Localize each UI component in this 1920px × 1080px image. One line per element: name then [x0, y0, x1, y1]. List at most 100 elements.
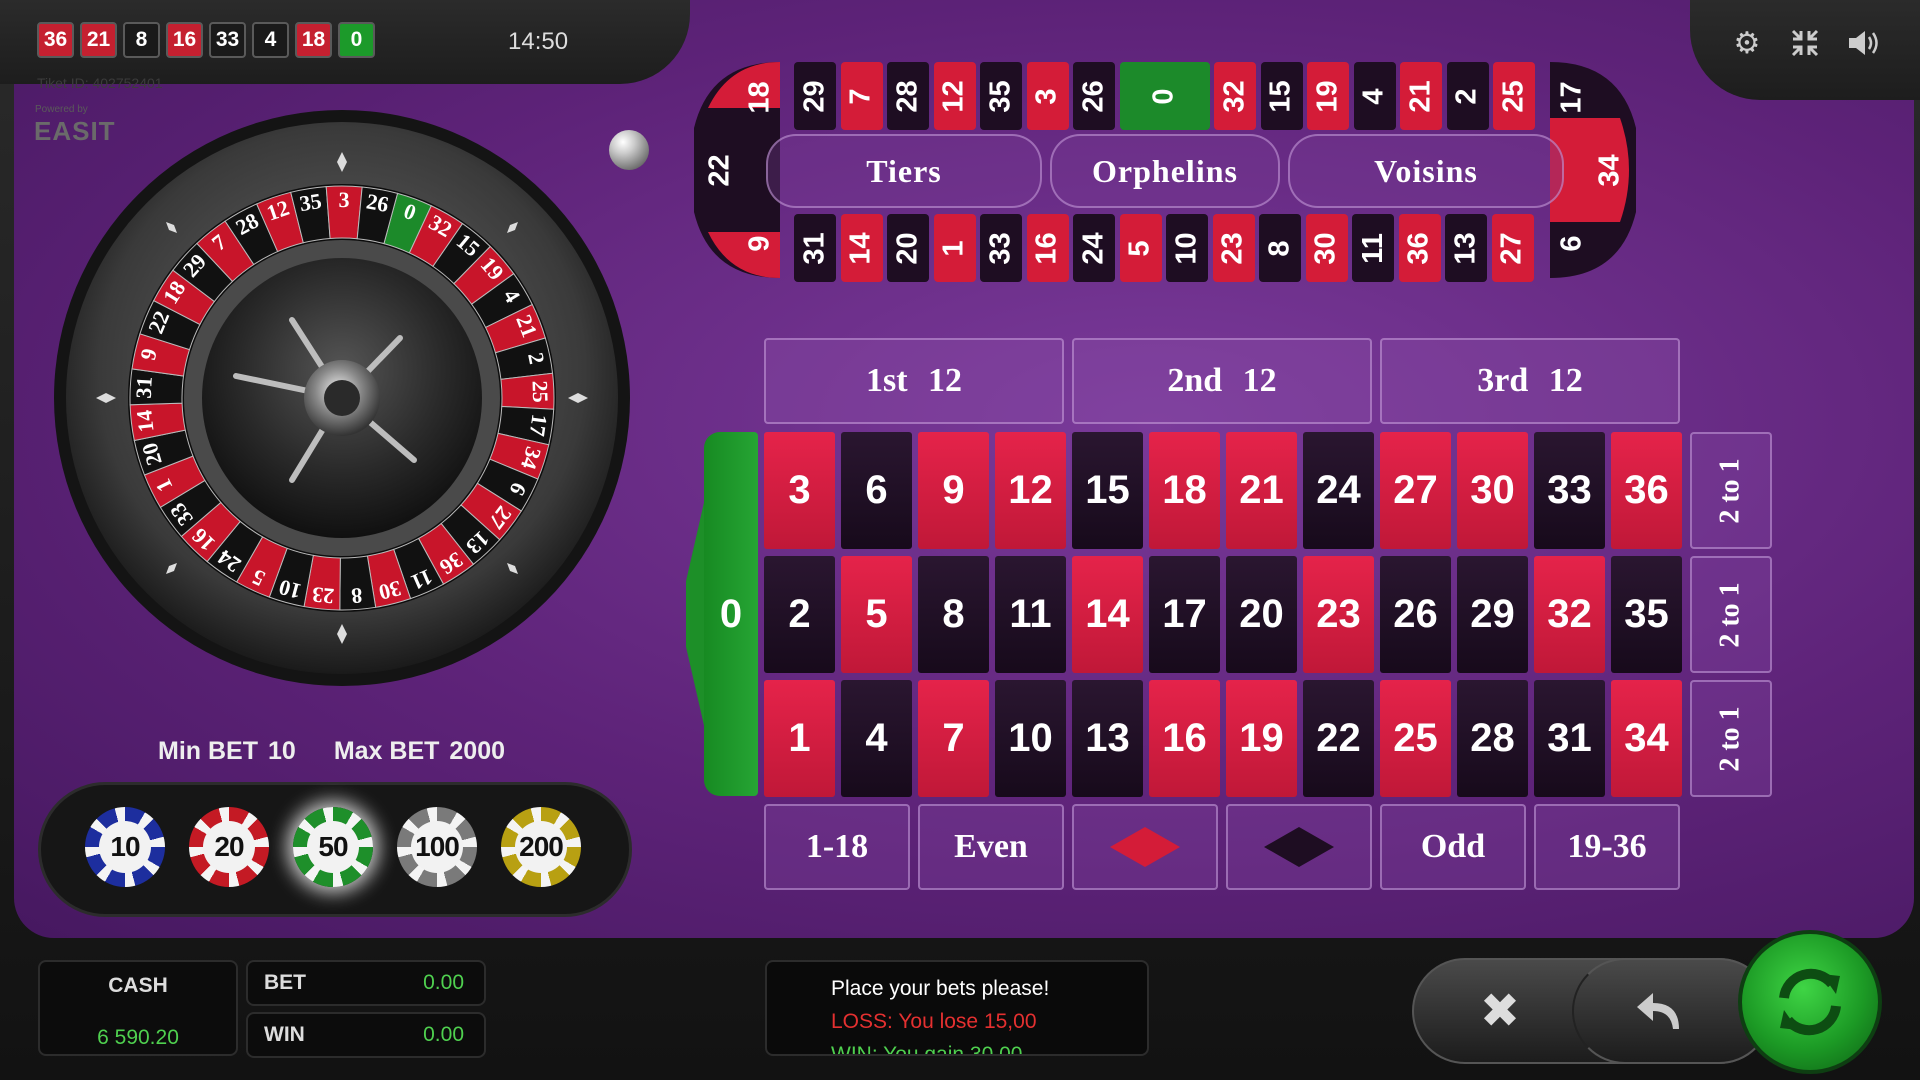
number-cell[interactable]: 10 — [995, 680, 1066, 797]
number-cell[interactable]: 15 — [1072, 432, 1143, 549]
racetrack-number[interactable]: 20 — [887, 214, 929, 282]
fullscreen-exit-icon[interactable] — [1788, 26, 1822, 60]
racetrack-number[interactable]: 2 — [1446, 62, 1489, 130]
number-cell[interactable]: 1 — [764, 680, 835, 797]
racetrack-number[interactable]: 8 — [1259, 214, 1301, 282]
number-cell[interactable]: 18 — [1149, 432, 1220, 549]
number-cell[interactable]: 28 — [1457, 680, 1528, 797]
number-cell[interactable]: 11 — [995, 556, 1066, 673]
racetrack-number[interactable]: 14 — [840, 214, 883, 282]
number-cell[interactable]: 32 — [1534, 556, 1605, 673]
number-cell[interactable]: 33 — [1534, 432, 1605, 549]
number-cell[interactable]: 8 — [918, 556, 989, 673]
gear-icon[interactable]: ⚙ — [1730, 26, 1764, 60]
racetrack-number[interactable]: 7 — [840, 62, 883, 130]
racetrack-number[interactable]: 1 — [933, 214, 976, 282]
number-cell[interactable]: 24 — [1303, 432, 1374, 549]
number-cell[interactable]: 13 — [1072, 680, 1143, 797]
racetrack-number[interactable]: 25 — [1493, 62, 1535, 130]
racetrack-number[interactable]: 23 — [1212, 214, 1255, 282]
racetrack-9[interactable]: 9 — [740, 218, 780, 268]
racetrack-number[interactable]: 12 — [933, 62, 976, 130]
undo-button[interactable] — [1580, 958, 1740, 1064]
number-cell[interactable]: 2 — [764, 556, 835, 673]
number-cell[interactable]: 16 — [1149, 680, 1220, 797]
chip-100[interactable]: 100 — [397, 807, 477, 887]
chip-20[interactable]: 20 — [189, 807, 269, 887]
racetrack-number[interactable]: 3 — [1026, 62, 1069, 130]
racetrack-number[interactable]: 10 — [1166, 214, 1208, 282]
racetrack-number[interactable]: 26 — [1073, 62, 1115, 130]
number-cell[interactable]: 21 — [1226, 432, 1297, 549]
number-cell[interactable]: 30 — [1457, 432, 1528, 549]
bet-even[interactable]: Even — [918, 804, 1064, 890]
bet-black[interactable] — [1226, 804, 1372, 890]
number-cell[interactable]: 25 — [1380, 680, 1451, 797]
racetrack-number[interactable]: 16 — [1026, 214, 1069, 282]
number-cell[interactable]: 14 — [1072, 556, 1143, 673]
bet-high[interactable]: 19-36 — [1534, 804, 1680, 890]
chip-200[interactable]: 200 — [501, 807, 581, 887]
racetrack-number[interactable]: 36 — [1398, 214, 1441, 282]
racetrack-number[interactable]: 5 — [1119, 214, 1162, 282]
number-cell[interactable]: 22 — [1303, 680, 1374, 797]
number-cell[interactable]: 23 — [1303, 556, 1374, 673]
column-bet-2[interactable]: 2 to 1 — [1690, 556, 1772, 673]
racetrack-number[interactable]: 11 — [1352, 214, 1394, 282]
number-cell[interactable]: 4 — [841, 680, 912, 797]
racetrack-number[interactable]: 28 — [887, 62, 929, 130]
column-bet-1[interactable]: 2 to 1 — [1690, 432, 1772, 549]
number-cell[interactable]: 36 — [1611, 432, 1682, 549]
racetrack-number[interactable]: 15 — [1260, 62, 1303, 130]
number-cell[interactable]: 6 — [841, 432, 912, 549]
dozen-2[interactable]: 2nd 12 — [1072, 338, 1372, 424]
number-cell[interactable]: 31 — [1534, 680, 1605, 797]
chip-10[interactable]: 10 — [85, 807, 165, 887]
racetrack-number[interactable]: 0 — [1119, 62, 1210, 130]
racetrack-number[interactable]: 13 — [1445, 214, 1487, 282]
clear-bets-button[interactable]: ✖ — [1420, 958, 1580, 1064]
number-cell[interactable]: 9 — [918, 432, 989, 549]
number-cell[interactable]: 12 — [995, 432, 1066, 549]
racetrack-18[interactable]: 18 — [740, 72, 780, 122]
racetrack-number[interactable]: 27 — [1491, 214, 1534, 282]
racetrack-number[interactable]: 33 — [980, 214, 1022, 282]
chip-50[interactable]: 50 — [293, 807, 373, 887]
sector-voisins[interactable]: Voisins — [1288, 134, 1564, 208]
racetrack-number[interactable]: 29 — [794, 62, 836, 130]
racetrack-34[interactable]: 34 — [1590, 144, 1630, 196]
racetrack-22[interactable]: 22 — [700, 144, 740, 196]
bet-red[interactable] — [1072, 804, 1218, 890]
racetrack-number[interactable]: 21 — [1400, 62, 1442, 130]
spin-button[interactable] — [1738, 930, 1882, 1074]
racetrack-number[interactable]: 19 — [1307, 62, 1349, 130]
number-cell[interactable]: 20 — [1226, 556, 1297, 673]
number-cell[interactable]: 26 — [1380, 556, 1451, 673]
table-zero[interactable]: 0 — [704, 432, 758, 796]
dozen-1[interactable]: 1st 12 — [764, 338, 1064, 424]
speaker-icon[interactable] — [1846, 26, 1880, 60]
racetrack-number[interactable]: 24 — [1073, 214, 1115, 282]
racetrack-number[interactable]: 35 — [980, 62, 1022, 130]
racetrack-17[interactable]: 17 — [1552, 72, 1592, 122]
sector-tiers[interactable]: Tiers — [766, 134, 1042, 208]
racetrack-number[interactable]: 32 — [1214, 62, 1256, 130]
sector-orphelins[interactable]: Orphelins — [1050, 134, 1280, 208]
bet-low[interactable]: 1-18 — [764, 804, 910, 890]
number-cell[interactable]: 27 — [1380, 432, 1451, 549]
bet-odd[interactable]: Odd — [1380, 804, 1526, 890]
racetrack-number[interactable]: 30 — [1305, 214, 1348, 282]
number-cell[interactable]: 5 — [841, 556, 912, 673]
number-cell[interactable]: 7 — [918, 680, 989, 797]
column-bet-3[interactable]: 2 to 1 — [1690, 680, 1772, 797]
racetrack-number[interactable]: 31 — [794, 214, 836, 282]
number-cell[interactable]: 29 — [1457, 556, 1528, 673]
number-cell[interactable]: 17 — [1149, 556, 1220, 673]
racetrack-6[interactable]: 6 — [1552, 218, 1592, 268]
racetrack-number[interactable]: 4 — [1353, 62, 1396, 130]
number-cell[interactable]: 19 — [1226, 680, 1297, 797]
number-cell[interactable]: 35 — [1611, 556, 1682, 673]
number-cell[interactable]: 3 — [764, 432, 835, 549]
number-cell[interactable]: 34 — [1611, 680, 1682, 797]
dozen-3[interactable]: 3rd 12 — [1380, 338, 1680, 424]
